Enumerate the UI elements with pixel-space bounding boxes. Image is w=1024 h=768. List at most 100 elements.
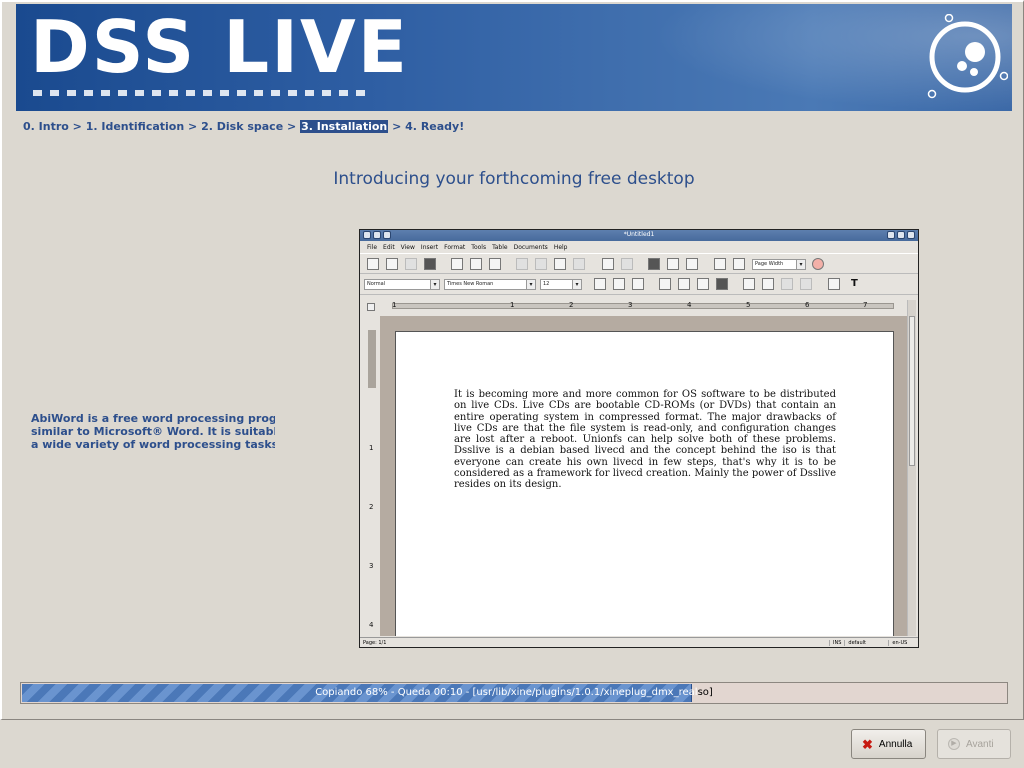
dsslive-logo-icon (927, 14, 1008, 99)
align-right-icon (697, 278, 709, 290)
cancel-button[interactable]: ✖ Annulla (851, 729, 926, 759)
ruler-track (392, 303, 894, 309)
new-document-icon (367, 258, 379, 270)
breadcrumb: 0. Intro > 1. Identification > 2. Disk s… (23, 120, 464, 133)
banner-dot (220, 90, 229, 96)
abiword-screenshot: *Untitled1 File Edit View Insert Format Tools… (359, 229, 919, 648)
breadcrumb-separator: > (283, 120, 301, 133)
normal-view-icon (648, 258, 660, 270)
banner-dot (339, 90, 348, 96)
breadcrumb-step: 2. Disk space (201, 120, 284, 133)
justify-icon (716, 278, 728, 290)
banner-dot (254, 90, 263, 96)
menu-item: File (367, 243, 378, 251)
breadcrumb-step: 0. Intro (23, 120, 69, 133)
banner-dot (356, 90, 365, 96)
banner-dot (271, 90, 280, 96)
menu-item: Table (492, 243, 508, 251)
insert-image-icon (714, 258, 726, 270)
italic-icon (613, 278, 625, 290)
close-icon (907, 231, 915, 239)
installer-window: DSS LIVE 0. Intro > 1. Identification > … (0, 0, 1024, 720)
abiword-standard-toolbar: Page Width (360, 253, 918, 274)
abiword-statusbar: Page: 1/1 INS default en-US (360, 637, 918, 647)
insert-text-icon (733, 258, 745, 270)
bullets-icon (743, 278, 755, 290)
style-combo: Normal (364, 279, 440, 290)
document-body-text: It is becoming more and more common for … (454, 389, 836, 491)
ruler-number: 3 (628, 301, 633, 309)
close-icon: ✖ (862, 736, 873, 752)
zoom-combo: Page Width (752, 259, 806, 270)
outdent-icon (781, 278, 793, 290)
menu-item: Documents (513, 243, 548, 251)
progress-label-left: Copiando 68% - Queda 00:10 - [usr/lib/xi… (315, 687, 698, 698)
next-label: Avanti (966, 738, 994, 750)
banner-dot (237, 90, 246, 96)
ruler-number: 2 (569, 301, 574, 309)
app-description: AbiWord is a free word processing progra… (31, 412, 275, 451)
copy-progress-bar: Copiando 68% - Queda 00:10 - [usr/lib/xi… (20, 682, 1008, 704)
tab-stop-icon (367, 303, 375, 311)
ruler-number: 6 (805, 301, 810, 309)
next-button[interactable]: ▶ Avanti (937, 729, 1011, 759)
menu-item: Edit (383, 243, 395, 251)
banner-dot (118, 90, 127, 96)
size-combo: 12 (540, 279, 582, 290)
banner-dot (67, 90, 76, 96)
menu-item: Insert (420, 243, 439, 251)
abiword-titlebar: *Untitled1 (360, 230, 918, 241)
paste-icon (554, 258, 566, 270)
format-painter-icon (573, 258, 585, 270)
copy-icon (535, 258, 547, 270)
abiword-menubar: File Edit View Insert Format Tools Table Docume… (360, 241, 918, 253)
redo-icon (621, 258, 633, 270)
align-center-icon (678, 278, 690, 290)
help-lifebuoy-icon (812, 258, 824, 270)
menu-item: Tools (471, 243, 487, 251)
ruler-margin (368, 330, 376, 388)
description-line: similar to Microsoft® Word. It is suitab… (31, 425, 275, 438)
horizontal-ruler: 1 1 2 3 4 5 6 7 (380, 300, 900, 312)
print-preview-icon (470, 258, 482, 270)
breadcrumb-step: 4. Ready! (405, 120, 465, 133)
banner-dot (203, 90, 212, 96)
ruler-number: 3 (369, 562, 374, 570)
banner-dot-row (33, 90, 365, 98)
banner-dot (305, 90, 314, 96)
ruler-number: 1 (510, 301, 515, 309)
indent-icon (800, 278, 812, 290)
breadcrumb-separator: > (184, 120, 202, 133)
document-page: It is becoming more and more common for … (395, 331, 894, 636)
bold-icon (594, 278, 606, 290)
ruler-number: 4 (687, 301, 692, 309)
menu-item: Format (444, 243, 466, 251)
breadcrumb-step: 1. Identification (85, 120, 185, 133)
progress-label-right: so] (697, 687, 713, 698)
banner: DSS LIVE (16, 4, 1012, 111)
ruler-number: 2 (369, 503, 374, 511)
banner-dot (322, 90, 331, 96)
menu-item: Help (553, 243, 568, 251)
banner-dot (288, 90, 297, 96)
breadcrumb-separator: > (388, 120, 406, 133)
banner-dot (33, 90, 42, 96)
font-combo: Times New Roman (444, 279, 536, 290)
banner-dot (169, 90, 178, 96)
align-left-icon (659, 278, 671, 290)
ruler-number: 1 (392, 301, 397, 309)
print-icon (451, 258, 463, 270)
open-folder-icon (386, 258, 398, 270)
undo-icon (602, 258, 614, 270)
ruler-number: 7 (863, 301, 868, 309)
banner-dot (50, 90, 59, 96)
scrollbar-thumb (909, 316, 915, 466)
banner-dot (135, 90, 144, 96)
banner-dot (186, 90, 195, 96)
save-icon (405, 258, 417, 270)
banner-dot (101, 90, 110, 96)
breadcrumb-separator: > (68, 120, 86, 133)
status-page: Page: 1/1 (360, 639, 830, 646)
document-canvas: It is becoming more and more common for … (380, 316, 908, 636)
ruler-number: 4 (369, 621, 374, 629)
